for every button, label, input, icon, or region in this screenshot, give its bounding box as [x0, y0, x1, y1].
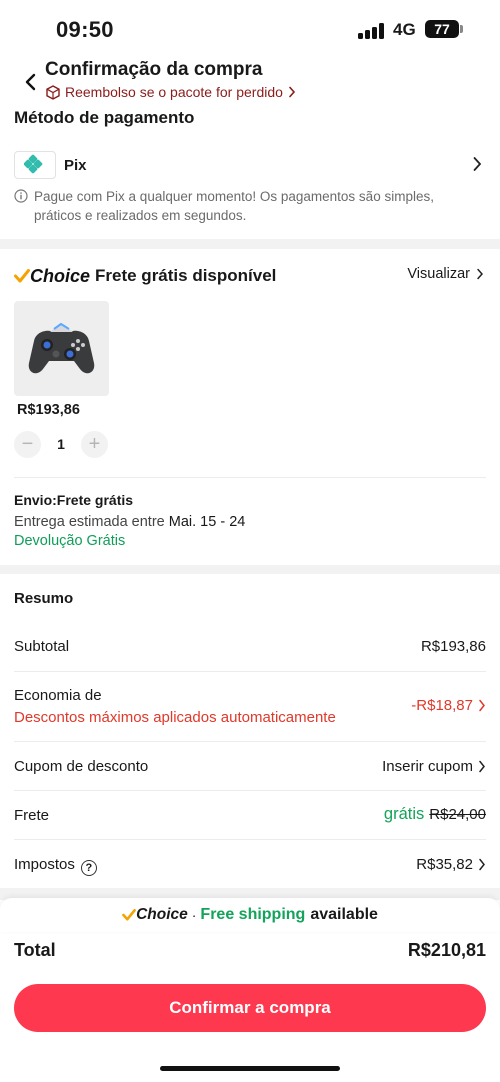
- pix-icon: [14, 151, 56, 179]
- summary-title: Resumo: [14, 590, 74, 607]
- chevron-right-icon: [479, 760, 485, 773]
- divider: [14, 477, 486, 478]
- choice-logo: Choice: [14, 266, 90, 287]
- section-divider: [0, 239, 500, 249]
- taxes-value: R$35,82: [416, 856, 473, 873]
- shipping-free-label: grátis: [383, 805, 425, 823]
- chevron-right-icon: [479, 699, 485, 712]
- savings-row[interactable]: Economia de Descontos máximos aplicados …: [14, 685, 486, 731]
- chevron-right-icon: [289, 86, 295, 98]
- coupon-action: Inserir cupom: [382, 758, 486, 775]
- view-label: Visualizar: [407, 266, 470, 282]
- savings-note: Descontos máximos aplicados automaticame…: [14, 709, 336, 726]
- refund-link[interactable]: Reembolso se o pacote for perdido: [46, 84, 296, 100]
- payment-section-title: Método de pagamento: [14, 108, 195, 127]
- help-icon[interactable]: ?: [80, 860, 97, 876]
- shipping-cost-value: grátis R$24,00: [384, 805, 486, 824]
- savings-value-group: -R$18,87: [411, 697, 486, 714]
- battery-tip: [460, 25, 463, 33]
- battery-level: 77: [434, 21, 450, 37]
- quantity-stepper: − 1 +: [14, 431, 110, 459]
- banner-dot: ·: [191, 907, 197, 923]
- chevron-right-icon: [479, 858, 485, 871]
- increase-quantity-button[interactable]: +: [81, 431, 108, 458]
- choice-check-icon: [14, 269, 30, 283]
- savings-label: Economia de: [14, 687, 102, 704]
- banner-choice-brand: Choice: [136, 906, 188, 923]
- divider: [14, 741, 486, 742]
- divider: [14, 671, 486, 672]
- payment-method-label: Pix: [64, 156, 87, 174]
- pix-info: Pague com Pix a qualquer momento! Os pag…: [14, 187, 484, 225]
- back-button[interactable]: [18, 68, 42, 96]
- gamepad-image: [28, 322, 95, 374]
- status-bar: 09:50 4G 77: [0, 0, 500, 58]
- coupon-value: Inserir cupom: [382, 758, 473, 775]
- confirm-purchase-button[interactable]: Confirmar a compra: [14, 984, 486, 1032]
- total-value: R$210,81: [407, 940, 486, 960]
- banner-available: available: [310, 906, 378, 923]
- choice-brand: Choice: [30, 265, 91, 286]
- taxes-label-group: Impostos?: [14, 856, 97, 876]
- chevron-right-icon: [473, 157, 482, 171]
- refund-text: Reembolso se o pacote for perdido: [65, 84, 283, 100]
- home-indicator: [160, 1066, 340, 1071]
- coupon-label: Cupom de desconto: [14, 758, 149, 775]
- subtotal-value: R$193,86: [420, 638, 486, 655]
- decrease-quantity-button[interactable]: −: [14, 431, 41, 458]
- coupon-row[interactable]: Cupom de desconto Inserir cupom: [14, 757, 486, 797]
- shipping-eta-prefix: Entrega estimada entre: [14, 514, 165, 530]
- view-button[interactable]: Visualizar: [407, 266, 484, 282]
- quantity-value: 1: [57, 436, 65, 452]
- taxes-label: Impostos: [14, 856, 75, 873]
- box-icon: [46, 84, 60, 100]
- network-label: 4G: [393, 20, 416, 39]
- back-arrow-icon: [25, 73, 36, 91]
- subtotal-row: Subtotal R$193,86: [14, 636, 486, 676]
- shipping-eta: Entrega estimada entre Mai. 15 - 24: [14, 514, 245, 530]
- banner-free-shipping: Free shipping: [200, 906, 306, 923]
- divider: [14, 790, 486, 791]
- shipping-title: Envio:Frete grátis: [14, 492, 134, 508]
- page-header: Confirmação da compra Reembolso se o pac…: [0, 58, 500, 106]
- choice-header: Choice Frete grátis disponível Visualiza…: [14, 264, 486, 288]
- status-time: 09:50: [56, 17, 114, 42]
- chevron-right-icon: [477, 268, 484, 280]
- shipping-cost-label: Frete: [14, 807, 50, 824]
- savings-value: -R$18,87: [411, 697, 473, 714]
- product-price: R$193,86: [17, 402, 80, 418]
- section-divider: [0, 565, 500, 574]
- battery-icon: 77: [425, 20, 459, 38]
- taxes-value-group: R$35,82: [416, 856, 486, 873]
- signal-icon: [358, 23, 386, 39]
- shipping-original-price: R$24,00: [429, 806, 486, 823]
- shipping-eta-dates: Mai. 15 - 24: [168, 514, 246, 530]
- choice-title: Frete grátis disponível: [95, 266, 277, 285]
- total-label: Total: [14, 940, 56, 960]
- payment-method-pix[interactable]: Pix: [14, 150, 486, 180]
- choice-check-icon: [122, 909, 136, 921]
- divider: [14, 839, 486, 840]
- product-image[interactable]: [14, 301, 109, 396]
- subtotal-label: Subtotal: [14, 638, 70, 655]
- choice-free-shipping-banner: Choice · Free shipping available: [0, 898, 500, 932]
- page-title: Confirmação da compra: [45, 59, 263, 80]
- free-return-link[interactable]: Devolução Grátis: [14, 533, 125, 549]
- pix-info-text: Pague com Pix a qualquer momento! Os pag…: [34, 189, 434, 223]
- info-icon: [14, 189, 28, 203]
